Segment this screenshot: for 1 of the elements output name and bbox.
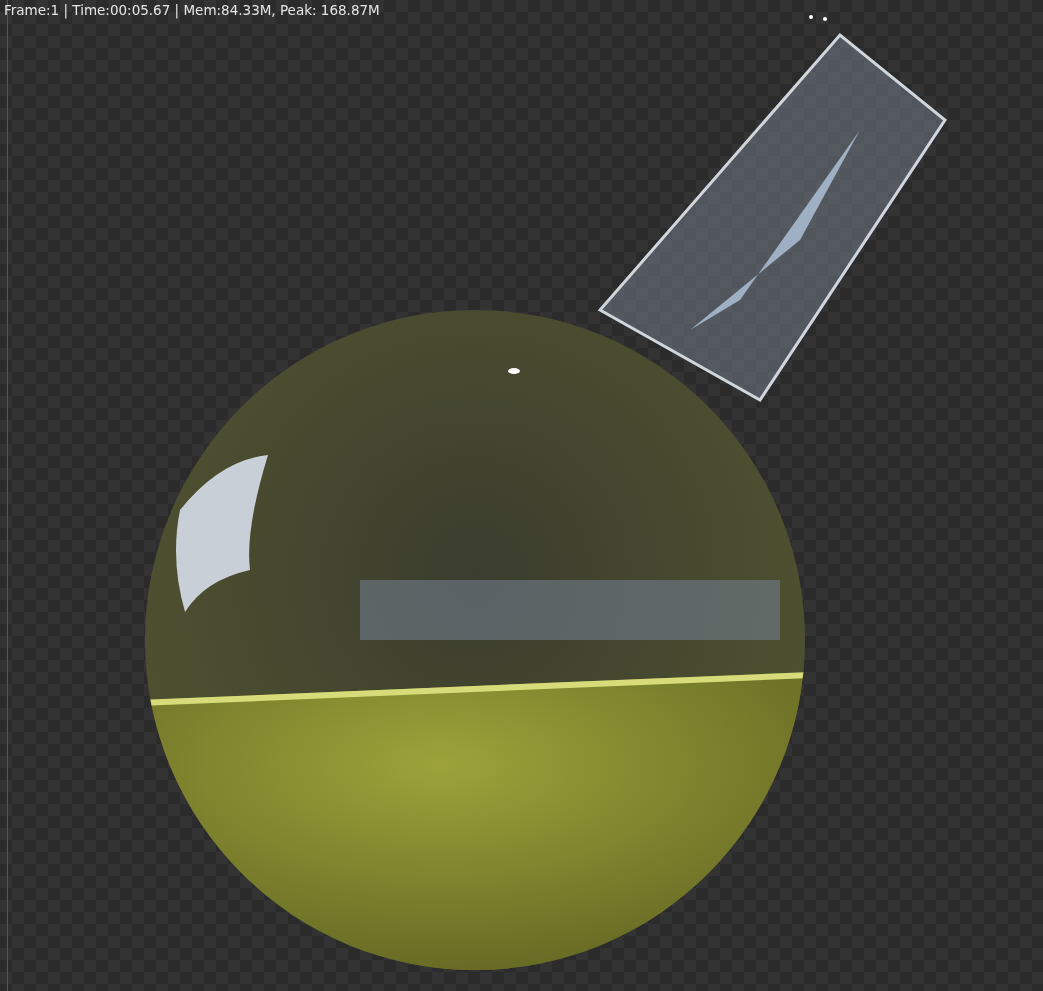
render-stats-text: Frame:1 | Time:00:05.67 | Mem:84.33M, Peak: 168.87M	[4, 1, 380, 20]
